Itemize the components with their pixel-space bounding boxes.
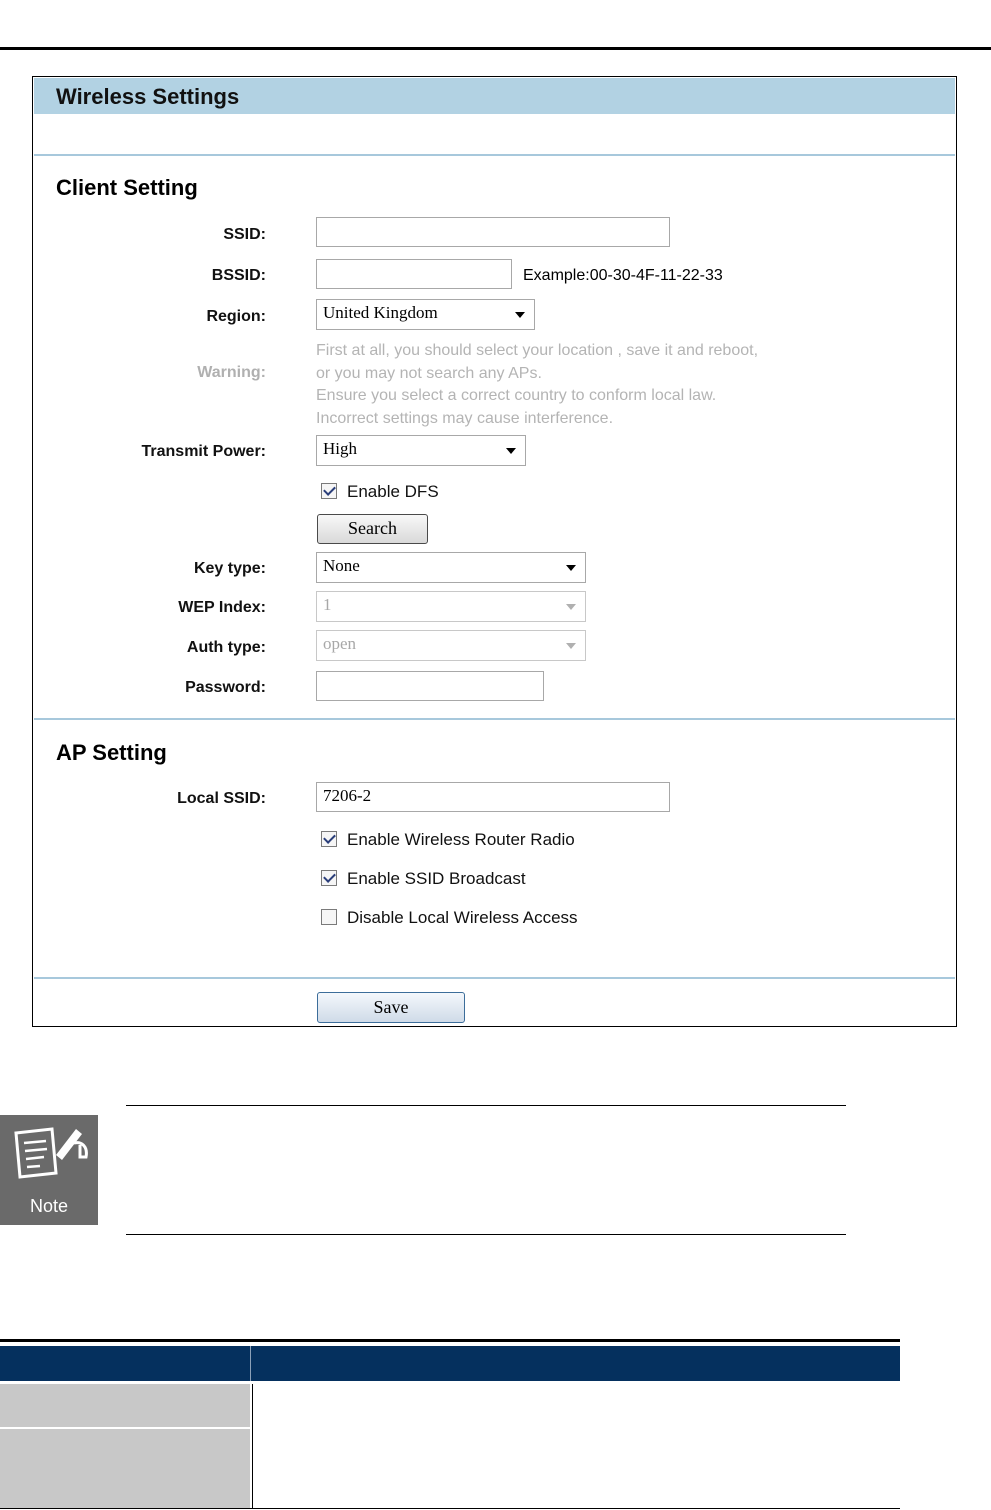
pencil-paper-icon [14, 1127, 88, 1179]
section-divider [34, 718, 955, 720]
note-icon-label: Note [29, 1196, 69, 1216]
section-divider [34, 154, 955, 156]
enable-radio-label: Enable Wireless Router Radio [347, 830, 575, 849]
key-type-select[interactable]: None [316, 552, 586, 583]
client-setting-title: Client Setting [56, 175, 198, 200]
table-top-rule [0, 1339, 900, 1342]
table-header-divider [250, 1346, 251, 1381]
chevron-down-icon [566, 643, 576, 649]
disable-local-access-checkbox[interactable] [321, 909, 337, 925]
enable-dfs-checkbox[interactable] [321, 483, 337, 499]
warning-label: Warning: [197, 364, 266, 381]
transmit-power-value: High [323, 439, 357, 458]
wireless-settings-panel: Wireless Settings Client Setting SSID: B… [32, 76, 957, 1027]
bssid-example: Example:00-30-4F-11-22-33 [523, 267, 723, 284]
wep-index-value: 1 [323, 595, 332, 614]
enable-radio-checkbox[interactable] [321, 831, 337, 847]
ssid-input[interactable] [316, 217, 670, 247]
table-row [0, 1429, 250, 1508]
region-label: Region: [206, 308, 266, 325]
warning-line: or you may not search any APs. [316, 364, 542, 382]
top-rule [0, 47, 991, 50]
auth-type-value: open [323, 634, 357, 653]
region-select[interactable]: United Kingdom [316, 299, 535, 330]
transmit-power-select[interactable]: High [316, 435, 526, 466]
chevron-down-icon [506, 448, 516, 454]
chevron-down-icon [515, 312, 525, 318]
table-column-divider [252, 1384, 253, 1509]
auth-type-select[interactable]: open [316, 630, 586, 661]
note-icon: Note [0, 1115, 98, 1225]
enable-radio-row[interactable]: Enable Wireless Router Radio [321, 830, 575, 850]
wep-index-select[interactable]: 1 [316, 591, 586, 622]
key-type-value: None [323, 556, 360, 575]
local-ssid-label: Local SSID: [177, 790, 266, 807]
enable-ssid-broadcast-checkbox[interactable] [321, 870, 337, 886]
enable-dfs-label: Enable DFS [347, 482, 439, 501]
table-bottom-rule [0, 1508, 900, 1509]
enable-dfs-row[interactable]: Enable DFS [321, 482, 439, 502]
ssid-label: SSID: [223, 226, 266, 243]
disable-local-access-row[interactable]: Disable Local Wireless Access [321, 908, 578, 928]
region-select-value: United Kingdom [323, 303, 438, 322]
section-divider [34, 977, 955, 979]
bssid-label: BSSID: [211, 267, 266, 284]
table-row [0, 1384, 250, 1427]
disable-local-access-label: Disable Local Wireless Access [347, 908, 578, 927]
search-button[interactable]: Search [317, 514, 428, 544]
warning-line: Ensure you select a correct country to c… [316, 387, 717, 404]
chevron-down-icon [566, 604, 576, 610]
table-header [0, 1346, 900, 1381]
warning-text: First at all, you should select your loc… [316, 340, 758, 430]
note-top-rule [126, 1105, 846, 1106]
password-label: Password: [185, 679, 266, 696]
chevron-down-icon [566, 565, 576, 571]
note-bottom-rule [126, 1234, 846, 1235]
enable-ssid-broadcast-row[interactable]: Enable SSID Broadcast [321, 869, 526, 889]
auth-type-label: Auth type: [186, 639, 266, 656]
transmit-power-label: Transmit Power: [141, 443, 266, 460]
ap-setting-title: AP Setting [56, 740, 167, 765]
enable-ssid-broadcast-label: Enable SSID Broadcast [347, 869, 526, 888]
key-type-label: Key type: [193, 560, 266, 577]
save-button[interactable]: Save [317, 992, 465, 1023]
bssid-input[interactable] [316, 259, 512, 289]
warning-line: First at all, you should select your loc… [316, 342, 759, 359]
local-ssid-input[interactable]: 7206-2 [316, 782, 670, 812]
password-input[interactable] [316, 671, 544, 701]
warning-line: Incorrect settings may cause interferenc… [316, 409, 614, 427]
panel-title: Wireless Settings [34, 78, 955, 114]
wep-index-label: WEP Index: [178, 599, 266, 616]
